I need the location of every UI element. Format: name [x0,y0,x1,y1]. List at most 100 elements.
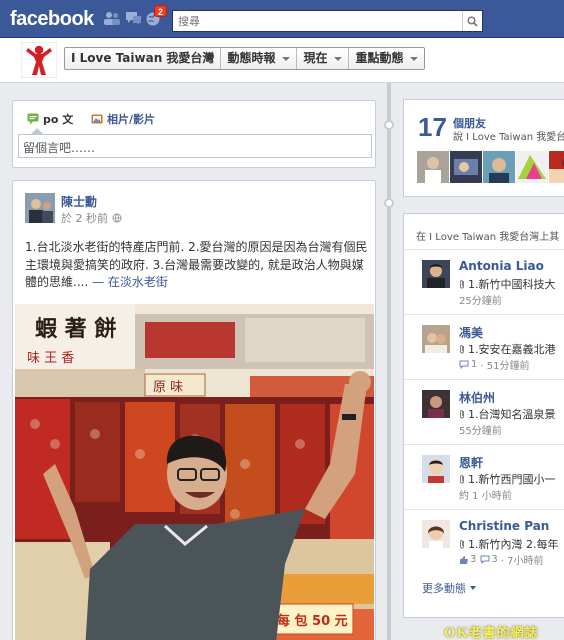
photo-sign-text-2: 味 王 香 [27,351,74,366]
watermark-text: OK老書的網誌 [444,626,539,640]
activity-text-label[interactable]: 1.新竹西門國小一 [468,471,556,487]
friend-requests-icon[interactable] [103,11,120,25]
top-navigation-bar: facebook 2 [0,0,564,38]
post-time-label[interactable]: 於 2 秒前 [61,210,108,226]
activity-item: 馮美 1.安安在嘉義北港 1 · 51分鐘前 [404,314,564,374]
chevron-down-icon [282,56,291,61]
comment-count[interactable]: 3 [491,554,497,565]
activity-meta: 約 1 小時前 [459,491,512,502]
friend-thumbnail[interactable] [417,151,449,183]
activity-avatar[interactable] [422,455,450,483]
more-activity-label: 更多動態 [422,582,466,595]
activity-text: 1.新竹中國科技大 [459,276,556,292]
activity-name[interactable]: Christine Pan [459,519,549,533]
timeline-post: 陳士勳 於 2 秒前 1.台北淡水老街的特產店門前. 2.愛台灣的原因是因為台灣… [12,180,376,640]
page-name-label: I Love Taiwan 我愛台灣 [71,51,215,65]
chevron-down-icon [334,56,343,61]
activity-header: 在 I Love Taiwan 我愛台灣上其 [416,232,560,243]
post-body: 1.台北淡水老街的特產店門前. 2.愛台灣的原因是因為台灣有個民主環境與愛搞笑的… [25,239,369,292]
photo-sign-text-1: 蝦 著 餅 [35,316,116,342]
activity-avatar[interactable] [422,520,450,548]
activity-item: Christine Pan 1.新竹內灣 2.每年 3 3 · 7小時前 [404,509,564,569]
comment-icon [459,360,469,369]
page-name-button[interactable]: I Love Taiwan 我愛台灣 [65,48,222,69]
activity-meta: 55分鐘前 [459,426,502,437]
activity-text: 1.新竹西門國小一 [459,471,556,487]
search-icon [467,15,478,27]
photo-sign-text-4: 每 包 50 元 [277,613,348,629]
activity-item: 林伯州 1.台灣知名溫泉景 55分鐘前 [404,379,564,439]
search-box [172,10,483,32]
author-avatar[interactable] [25,193,55,223]
messages-icon[interactable] [124,11,141,25]
attachment-icon [460,540,464,549]
page-header-bar: I Love Taiwan 我愛台灣 動態時報 現在 重點動態 [0,38,564,83]
friend-thumbnail[interactable] [549,151,564,183]
now-dropdown-label: 現在 [303,51,328,65]
friends-subtitle: 說 I Love Taiwan 我愛台 [453,132,564,143]
status-composer: po 文 相片/影片 留個言吧…… [12,100,376,168]
post-timestamp: 於 2 秒前 [61,210,122,226]
friends-count[interactable]: 17 [418,112,447,143]
activity-time: · 51分鐘前 [480,361,530,372]
page-profile-logo[interactable] [20,41,58,79]
activity-meta: 25分鐘前 [459,296,502,307]
friend-thumbnail[interactable] [450,151,482,183]
like-count[interactable]: 3 [470,554,476,565]
activity-avatar[interactable] [422,325,450,353]
activity-name[interactable]: 馮美 [459,324,483,341]
post-location-link[interactable]: — 在淡水老街 [88,275,168,289]
highlights-dropdown[interactable]: 重點動態 [349,48,424,69]
privacy-globe-icon[interactable] [112,213,122,223]
friend-thumbnail[interactable] [483,151,515,183]
activity-item: Antonia Liao 1.新竹中國科技大 25分鐘前 [404,249,564,309]
page-nav-menu: I Love Taiwan 我愛台灣 動態時報 現在 重點動態 [64,47,426,70]
timeline-dot [384,120,394,130]
activity-item: 恩軒 1.新竹西門國小一 約 1 小時前 [404,444,564,504]
activity-meta: 3 3 · 7小時前 [459,552,543,567]
activity-name[interactable]: 林伯州 [459,389,495,406]
post-author-name[interactable]: 陳士勳 [61,193,97,210]
activity-text: 1.台灣知名溫泉景 [459,406,556,422]
attachment-icon [460,280,464,289]
now-dropdown[interactable]: 現在 [297,48,350,69]
activity-text-label[interactable]: 1.新竹中國科技大 [468,276,556,292]
activity-text: 1.新竹內灣 2.每年 [459,536,559,552]
search-button[interactable] [462,11,482,31]
attachment-icon [460,345,464,354]
activity-text: 1.安安在嘉義北港 [459,341,556,357]
activity-avatar[interactable] [422,260,450,288]
search-input[interactable] [173,11,461,31]
post-body-text: 1.台北淡水老街的特產店門前. 2.愛台灣的原因是因為台灣有個民主環境與愛搞笑的… [25,240,368,289]
activity-text-label[interactable]: 1.安安在嘉義北港 [468,341,556,357]
status-input[interactable]: 留個言吧…… [18,134,372,158]
chevron-down-icon [410,56,419,61]
composer-tab-post[interactable]: po 文 [27,111,73,127]
activity-name[interactable]: 恩軒 [459,454,483,471]
highlights-dropdown-label: 重點動態 [355,51,404,65]
notification-count-badge: 2 [154,5,168,17]
timeline-spine [387,83,391,640]
like-icon [460,556,468,564]
facebook-logo[interactable]: facebook [10,8,94,31]
photo-icon [91,114,103,124]
photo-sign-text-3: 原 味 [153,380,183,395]
comment-count[interactable]: 1 [471,359,477,370]
composer-tab-photo[interactable]: 相片/影片 [91,111,155,127]
activity-text-label[interactable]: 1.新竹內灣 2.每年 [468,536,559,552]
activity-time: · 7小時前 [500,556,544,567]
recent-activity-box: 在 I Love Taiwan 我愛台灣上其 Antonia Liao 1.新竹… [403,213,564,618]
activity-name[interactable]: Antonia Liao [459,259,544,273]
comment-icon [480,555,490,564]
attachment-icon [460,475,464,484]
activity-meta: 1 · 51分鐘前 [459,357,529,372]
composer-tab-photo-label: 相片/影片 [107,113,156,126]
post-photo[interactable]: 蝦 著 餅 味 王 香 原 味 每 包 50 元 [15,304,374,640]
timeline-dropdown[interactable]: 動態時報 [221,48,298,69]
chevron-down-icon [470,586,476,590]
activity-text-label[interactable]: 1.台灣知名溫泉景 [468,406,556,422]
activity-avatar[interactable] [422,390,450,418]
friend-thumbnail[interactable] [516,151,548,183]
more-activity-link[interactable]: 更多動態 [422,580,476,596]
friend-thumbnails [417,151,564,183]
